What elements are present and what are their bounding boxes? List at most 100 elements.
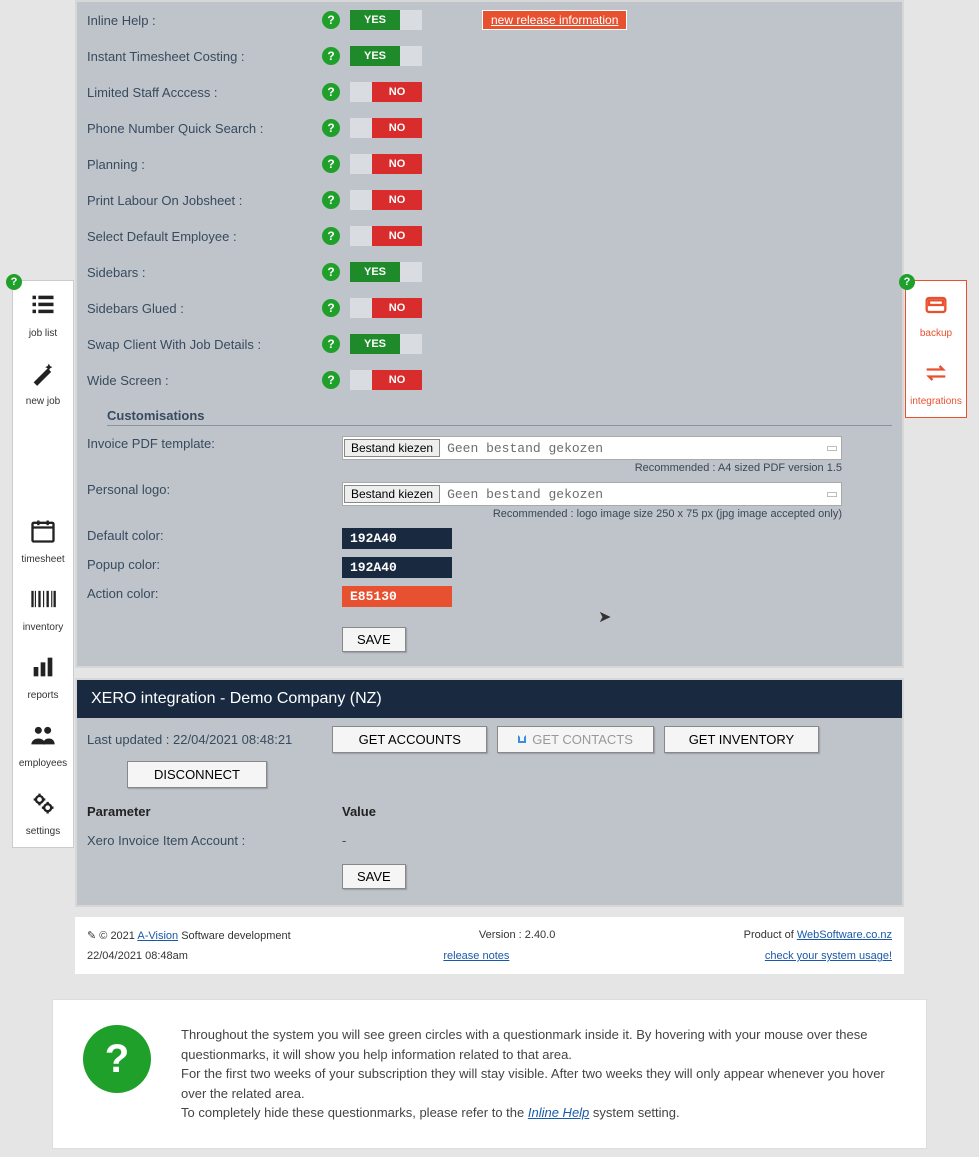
save-button[interactable]: SAVE bbox=[342, 864, 406, 889]
help-icon[interactable]: ? bbox=[322, 119, 340, 137]
setting-row: Instant Timesheet Costing :? YES bbox=[87, 38, 892, 74]
sidebar-item-inventory[interactable]: inventory bbox=[13, 575, 73, 643]
get-contacts-button[interactable]: GET CONTACTS bbox=[497, 726, 654, 753]
action-color-input[interactable]: E85130 bbox=[342, 586, 452, 607]
setting-label: Phone Number Quick Search : bbox=[87, 121, 322, 136]
help-text: Throughout the system you will see green… bbox=[181, 1025, 896, 1123]
setting-row: Sidebars :? YES bbox=[87, 254, 892, 290]
help-icon[interactable]: ? bbox=[322, 191, 340, 209]
chart-icon bbox=[29, 670, 57, 684]
footer: ✎ © 2021 A-Vision Software development V… bbox=[75, 917, 904, 974]
help-icon[interactable]: ? bbox=[322, 11, 340, 29]
release-notes-link[interactable]: release notes bbox=[443, 950, 509, 962]
toggle[interactable]: NO bbox=[350, 226, 422, 246]
toggle[interactable]: NO bbox=[350, 82, 422, 102]
help-icon[interactable]: ? bbox=[322, 299, 340, 317]
sidebar-item-label: timesheet bbox=[16, 554, 70, 565]
file-none-text: Geen bestand gekozen bbox=[441, 441, 823, 456]
invoice-template-file[interactable]: Bestand kiezen Geen bestand gekozen ▭ bbox=[342, 436, 842, 460]
footer-product: Product of WebSoftware.co.nz bbox=[744, 929, 892, 942]
help-big-icon: ? bbox=[83, 1025, 151, 1093]
sidebar-item-newjob[interactable]: new job bbox=[13, 349, 73, 417]
setting-row: Planning :?NO bbox=[87, 146, 892, 182]
exchange-icon bbox=[922, 376, 950, 390]
sidebar-item-settings[interactable]: settings bbox=[13, 779, 73, 847]
help-icon[interactable]: ? bbox=[899, 274, 915, 290]
get-accounts-button[interactable]: GET ACCOUNTS bbox=[332, 726, 487, 753]
popup-color-label: Popup color: bbox=[87, 557, 342, 572]
help-icon[interactable]: ? bbox=[322, 371, 340, 389]
toggle[interactable]: NO bbox=[350, 298, 422, 318]
left-sidebar: ? job list new job timesheet inventory r… bbox=[12, 280, 74, 848]
release-info-link[interactable]: new release information bbox=[482, 10, 627, 30]
settings-panel: Inline Help :? YES new release information… bbox=[75, 0, 904, 668]
avision-link[interactable]: A-Vision bbox=[137, 930, 178, 942]
footer-copyright: ✎ © 2021 A-Vision Software development bbox=[87, 929, 291, 942]
file-preview-icon[interactable]: ▭ bbox=[823, 486, 841, 502]
xero-param-label: Xero Invoice Item Account : bbox=[87, 833, 342, 848]
sidebar-item-integrations[interactable]: integrations bbox=[906, 349, 966, 417]
popup-color-input[interactable]: 192A40 bbox=[342, 557, 452, 578]
help-box: ? Throughout the system you will see gre… bbox=[52, 999, 927, 1149]
sidebar-item-employees[interactable]: employees bbox=[13, 711, 73, 779]
logo-file[interactable]: Bestand kiezen Geen bestand gekozen ▭ bbox=[342, 482, 842, 506]
default-color-label: Default color: bbox=[87, 528, 342, 543]
footer-version: Version : 2.40.0 bbox=[291, 929, 744, 942]
help-icon[interactable]: ? bbox=[322, 263, 340, 281]
action-color-label: Action color: bbox=[87, 586, 342, 601]
gears-icon bbox=[29, 806, 57, 820]
setting-label: Inline Help : bbox=[87, 13, 322, 28]
toggle[interactable]: NO bbox=[350, 190, 422, 210]
get-inventory-button[interactable]: GET INVENTORY bbox=[664, 726, 819, 753]
people-icon bbox=[29, 738, 57, 752]
value-header: Value bbox=[342, 804, 376, 819]
toggle[interactable]: NO bbox=[350, 118, 422, 138]
xero-panel: XERO integration - Demo Company (NZ) Las… bbox=[75, 678, 904, 907]
xero-title: XERO integration - Demo Company (NZ) bbox=[77, 680, 902, 718]
sidebar-item-reports[interactable]: reports bbox=[13, 643, 73, 711]
toggle[interactable]: NO bbox=[350, 370, 422, 390]
help-icon[interactable]: ? bbox=[6, 274, 22, 290]
usage-link[interactable]: check your system usage! bbox=[765, 950, 892, 962]
param-header: Parameter bbox=[87, 804, 342, 819]
save-button[interactable]: SAVE bbox=[342, 627, 406, 652]
sidebar-item-backup[interactable]: backup bbox=[906, 281, 966, 349]
calendar-icon bbox=[29, 534, 57, 548]
setting-row: Wide Screen :?NO bbox=[87, 362, 892, 398]
file-choose-button[interactable]: Bestand kiezen bbox=[344, 485, 440, 503]
file-preview-icon[interactable]: ▭ bbox=[823, 440, 841, 456]
logo-recommended: Recommended : logo image size 250 x 75 p… bbox=[342, 508, 842, 520]
setting-label: Print Labour On Jobsheet : bbox=[87, 193, 322, 208]
toggle[interactable]: YES bbox=[350, 262, 422, 282]
toggle[interactable]: NO bbox=[350, 154, 422, 174]
product-link[interactable]: WebSoftware.co.nz bbox=[797, 929, 892, 941]
setting-row: Print Labour On Jobsheet :? NO bbox=[87, 182, 892, 218]
disconnect-button[interactable]: DISCONNECT bbox=[127, 761, 267, 788]
sidebar-item-label: inventory bbox=[16, 622, 70, 633]
toggle[interactable]: YES bbox=[350, 10, 422, 30]
inline-help-link[interactable]: Inline Help bbox=[528, 1105, 589, 1120]
setting-label: Sidebars Glued : bbox=[87, 301, 322, 316]
help-icon[interactable]: ? bbox=[322, 47, 340, 65]
help-icon[interactable]: ? bbox=[322, 335, 340, 353]
setting-row: Select Default Employee :?NO bbox=[87, 218, 892, 254]
help-icon[interactable]: ? bbox=[322, 83, 340, 101]
default-color-input[interactable]: 192A40 bbox=[342, 528, 452, 549]
help-icon[interactable]: ? bbox=[322, 155, 340, 173]
sidebar-item-label: employees bbox=[16, 758, 70, 769]
sidebar-item-joblist[interactable]: job list bbox=[13, 281, 73, 349]
sidebar-item-label: job list bbox=[16, 328, 70, 339]
footer-timestamp: 22/04/2021 08:48am bbox=[87, 950, 188, 962]
sidebar-item-label: settings bbox=[16, 826, 70, 837]
barcode-icon bbox=[29, 602, 57, 616]
file-choose-button[interactable]: Bestand kiezen bbox=[344, 439, 440, 457]
sidebar-item-timesheet[interactable]: timesheet bbox=[13, 507, 73, 575]
toggle[interactable]: YES bbox=[350, 334, 422, 354]
toggle[interactable]: YES bbox=[350, 46, 422, 66]
setting-row: Swap Client With Job Details :?YES bbox=[87, 326, 892, 362]
setting-label: Instant Timesheet Costing : bbox=[87, 49, 322, 64]
wand-icon bbox=[29, 376, 57, 390]
help-icon[interactable]: ? bbox=[322, 227, 340, 245]
invoice-template-label: Invoice PDF template: bbox=[87, 436, 342, 451]
setting-label: Sidebars : bbox=[87, 265, 322, 280]
